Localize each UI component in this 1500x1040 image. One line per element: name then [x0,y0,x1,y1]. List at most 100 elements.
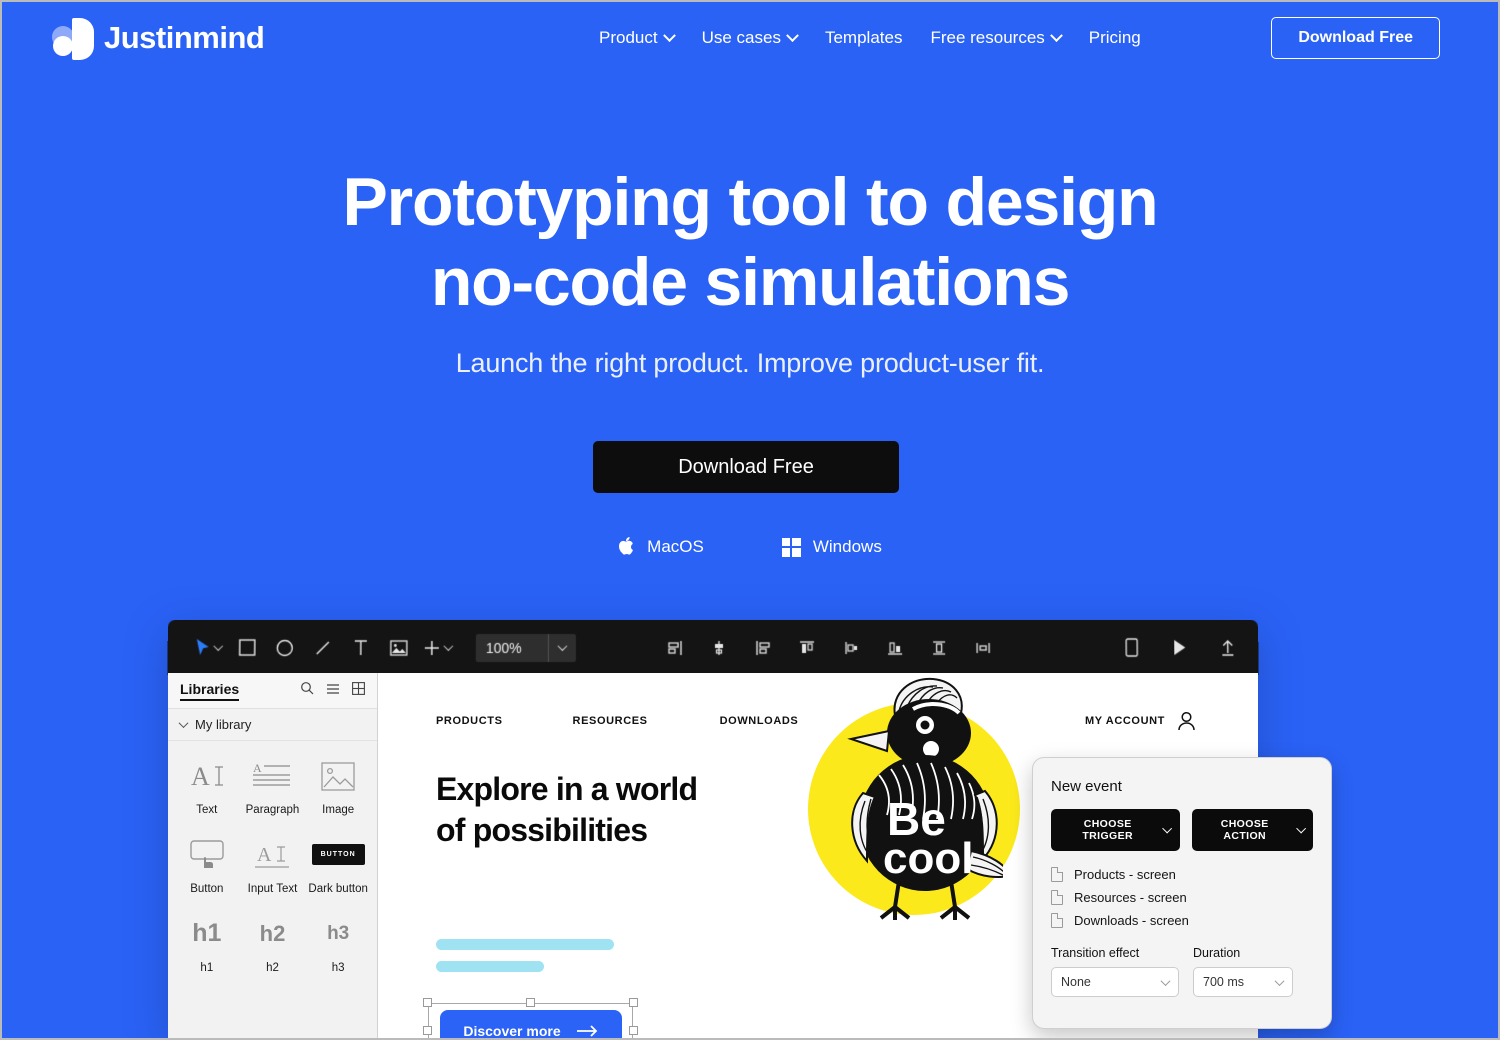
bird-illustration[interactable]: Be cool [833,675,1003,925]
mock-nav-my-account[interactable]: MY ACCOUNT [1085,711,1196,731]
add-tool-icon[interactable] [418,629,456,667]
chevron-down-icon [1161,976,1171,986]
duration-select[interactable]: 700 ms [1193,967,1293,997]
transition-effect-label: Transition effect [1051,946,1179,960]
widget-h3[interactable]: h3 h3 [305,913,371,976]
image-tool-icon[interactable] [380,629,418,667]
toolbar-align-tools [656,629,1002,667]
nav-item-product[interactable]: Product [585,24,688,52]
justinmind-logo-icon [52,16,94,60]
canvas-selection[interactable]: Discover more [428,1003,633,1040]
widget-dark-button[interactable]: BUTTON Dark button [305,834,371,897]
widget-label: Paragraph [246,804,300,818]
os-option-windows[interactable]: Windows [782,537,882,557]
brand-name: Justinmind [104,20,264,56]
play-simulate-icon[interactable] [1160,629,1198,667]
screen-item-resources[interactable]: Resources - screen [1051,890,1313,905]
resize-handle-middle-left[interactable] [423,1026,432,1035]
distribute-horizontal-icon[interactable] [832,629,870,667]
input-text-widget-icon: A [253,834,291,876]
transition-effect-select[interactable]: None [1051,967,1179,997]
widget-text[interactable]: A Text [174,755,240,818]
hero-title: Prototyping tool to design no-code simul… [0,163,1500,322]
nav-item-label: Use cases [702,28,781,48]
mock-nav-resources[interactable]: RESOURCES [573,715,648,727]
hero-title-line-1: Prototyping tool to design [0,163,1500,243]
widget-label: Dark button [308,883,367,897]
list-view-icon[interactable] [326,682,340,700]
align-middle-vertical-icon[interactable] [920,629,958,667]
widget-h2[interactable]: h2 h2 [240,913,306,976]
os-option-macos[interactable]: MacOS [618,537,704,557]
zoom-control[interactable]: 100% [476,634,576,662]
align-right-icon[interactable] [744,629,782,667]
distribute-vertical-icon[interactable] [964,629,1002,667]
mock-nav-downloads[interactable]: DOWNLOADS [720,715,799,727]
dark-button-chip-label: BUTTON [312,844,365,865]
svg-text:A: A [191,762,210,791]
grid-view-icon[interactable] [352,682,365,700]
canvas-placeholder-bar-1[interactable] [436,939,614,950]
mock-nav-products[interactable]: PRODUCTS [436,715,503,727]
zoom-dropdown-icon[interactable] [548,634,576,662]
hero-download-free-button[interactable]: Download Free [593,441,899,493]
brand-logo[interactable]: Justinmind [52,16,264,60]
align-top-icon[interactable] [788,629,826,667]
canvas-heading[interactable]: Explore in a world of possibilities [436,769,836,851]
canvas-discover-more-button[interactable]: Discover more [440,1010,622,1040]
widget-button[interactable]: Button [174,834,240,897]
header-download-free-button[interactable]: Download Free [1271,17,1440,59]
resize-handle-top-center[interactable] [526,998,535,1007]
canvas-heading-line-1: Explore in a world [436,769,836,810]
library-group-my-library[interactable]: My library [168,709,377,741]
choose-trigger-button[interactable]: CHOOSE TRIGGER [1051,809,1180,851]
select-cursor-tool-icon[interactable] [189,629,227,667]
button-widget-icon [190,834,224,876]
nav-item-pricing[interactable]: Pricing [1075,24,1155,52]
choose-trigger-label: CHOOSE TRIGGER [1061,818,1154,842]
nav-item-use-cases[interactable]: Use cases [688,24,811,52]
rectangle-tool-icon[interactable] [228,629,266,667]
duration-value: 700 ms [1203,975,1244,989]
choose-action-label: CHOOSE ACTION [1202,818,1288,842]
tab-libraries[interactable]: Libraries [180,681,239,701]
widget-paragraph[interactable]: A Paragraph [240,755,306,818]
zoom-level-value: 100% [476,640,548,656]
resize-handle-top-right[interactable] [629,998,638,1007]
screen-item-products[interactable]: Products - screen [1051,867,1313,882]
text-tool-icon[interactable] [342,629,380,667]
text-widget-icon: A [189,755,225,797]
resize-handle-middle-right[interactable] [629,1026,638,1035]
nav-item-label: Free resources [930,28,1044,48]
nav-item-label: Templates [825,28,902,48]
widget-input-text[interactable]: A Input Text [240,834,306,897]
choose-action-button[interactable]: CHOOSE ACTION [1192,809,1313,851]
screen-item-downloads[interactable]: Downloads - screen [1051,913,1313,928]
ellipse-tool-icon[interactable] [266,629,304,667]
align-center-horizontal-icon[interactable] [700,629,738,667]
nav-item-free-resources[interactable]: Free resources [916,24,1074,52]
screen-item-label: Downloads - screen [1074,913,1189,928]
canvas-placeholder-bar-2[interactable] [436,961,544,972]
share-upload-icon[interactable] [1208,629,1246,667]
widget-image[interactable]: Image [305,755,371,818]
align-left-icon[interactable] [656,629,694,667]
dark-button-widget-icon: BUTTON [312,834,365,876]
bird-text-cool: cool [883,834,973,883]
os-option-label: Windows [813,537,882,557]
chevron-down-icon [1296,823,1306,833]
widget-label: Image [322,804,354,818]
align-bottom-icon[interactable] [876,629,914,667]
search-icon[interactable] [300,681,314,700]
library-group-label: My library [195,717,251,732]
chevron-down-icon [663,29,676,42]
duration-field: Duration 700 ms [1193,946,1293,997]
widget-grid: A Text A Paragraph Image Button A Input … [168,741,377,989]
device-preview-icon[interactable] [1112,629,1150,667]
widget-label: Button [190,883,223,897]
widget-h1[interactable]: h1 h1 [174,913,240,976]
resize-handle-top-left[interactable] [423,998,432,1007]
line-tool-icon[interactable] [304,629,342,667]
libraries-panel: Libraries My library A Text A Paragraph … [168,673,378,1040]
nav-item-templates[interactable]: Templates [811,24,916,52]
